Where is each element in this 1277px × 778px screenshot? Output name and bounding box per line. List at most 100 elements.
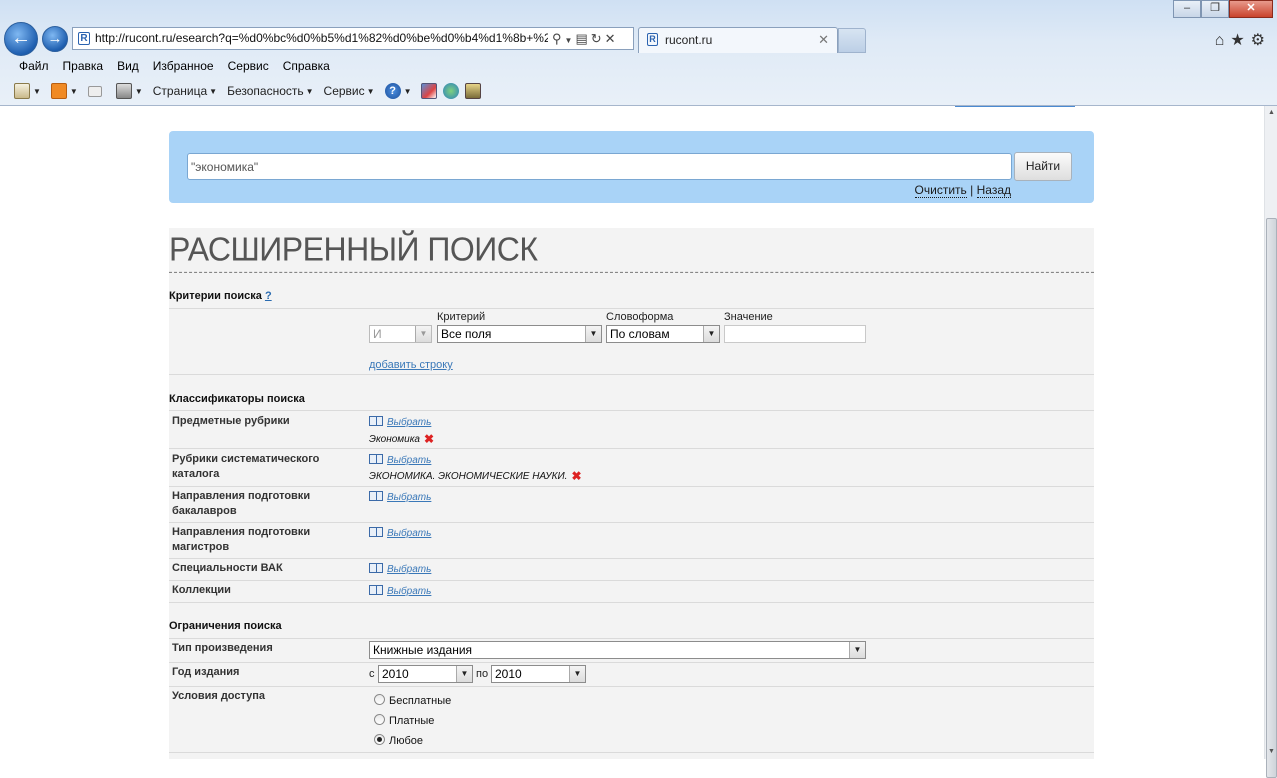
favorites-star-icon[interactable]: ★: [1230, 32, 1250, 49]
forward-button[interactable]: →: [42, 26, 68, 52]
service-dropdown-icon[interactable]: ▼: [367, 87, 375, 96]
pick-link[interactable]: Выбрать: [369, 491, 431, 503]
remove-icon[interactable]: ✖: [424, 432, 434, 446]
new-tab-button[interactable]: [838, 28, 866, 53]
rss-feed-icon[interactable]: [50, 83, 67, 99]
back-button[interactable]: ←: [4, 22, 38, 56]
search-input[interactable]: [187, 153, 1012, 180]
year-to-select[interactable]: 2010 ▼: [491, 665, 586, 683]
chevron-down-icon[interactable]: ▼: [849, 642, 865, 658]
logic-operator-select: И ▼: [369, 325, 432, 343]
pick-link-text[interactable]: Выбрать: [387, 455, 431, 466]
wordform-column-label: Словоформа: [606, 311, 674, 323]
menu-file[interactable]: Файл: [12, 56, 56, 78]
radio-selected-icon[interactable]: [374, 734, 385, 745]
access-option-paid[interactable]: Платные: [374, 714, 434, 727]
pick-link-text[interactable]: Выбрать: [387, 564, 431, 575]
clear-link[interactable]: Очистить: [914, 183, 967, 198]
help-dropdown-icon[interactable]: ▼: [404, 87, 412, 96]
vertical-scrollbar[interactable]: ▲ ▼: [1264, 106, 1277, 778]
value-input[interactable]: [724, 325, 866, 343]
wordform-select[interactable]: По словам ▼: [606, 325, 720, 343]
search-icon[interactable]: ⚲: [552, 31, 565, 46]
pick-link-text[interactable]: Выбрать: [387, 586, 431, 597]
criteria-help-link[interactable]: ?: [265, 290, 272, 302]
dropdown-icon[interactable]: ▼: [565, 36, 576, 45]
maximize-button[interactable]: ❐: [1201, 0, 1229, 18]
menu-tools[interactable]: Сервис: [221, 56, 276, 78]
command-bar: ▼ ▼ ▼ Страница ▼ Безопасность ▼ Сервис ▼ ? ▼: [0, 79, 1277, 103]
divider: [169, 558, 1094, 559]
stop-icon[interactable]: ✕: [605, 31, 619, 46]
minimize-button[interactable]: –: [1173, 0, 1201, 18]
logic-operator-value: И: [373, 327, 382, 341]
pick-link[interactable]: Выбрать: [369, 585, 431, 597]
radio-icon[interactable]: [374, 714, 385, 725]
page-content: Найти Очистить | Назад РАСШИРЕННЫЙ ПОИСК…: [0, 106, 1264, 759]
divider: [169, 448, 1094, 449]
pick-link[interactable]: Выбрать: [369, 416, 431, 428]
chevron-down-icon[interactable]: ▼: [569, 666, 585, 682]
divider: [169, 522, 1094, 523]
security-menu[interactable]: Безопасность: [227, 84, 304, 98]
print-dropdown-icon[interactable]: ▼: [135, 87, 143, 96]
page-menu[interactable]: Страница: [153, 84, 207, 98]
access-option-label: Бесплатные: [389, 695, 452, 707]
work-type-select[interactable]: Книжные издания ▼: [369, 641, 866, 659]
research-icon[interactable]: [421, 83, 438, 99]
home-icon[interactable]: ⌂: [1215, 32, 1231, 49]
pick-link[interactable]: Выбрать: [369, 563, 431, 575]
pick-link-text[interactable]: Выбрать: [387, 492, 431, 503]
pick-link-text[interactable]: Выбрать: [387, 417, 431, 428]
classifier-label-systematic: Рубрики систематического каталога: [172, 453, 320, 480]
rss-dropdown-icon[interactable]: ▼: [70, 87, 78, 96]
scrollbar-thumb[interactable]: [1266, 218, 1277, 778]
menu-favorites[interactable]: Избранное: [146, 56, 221, 78]
selected-item: Экономика ✖: [369, 432, 434, 446]
year-from-select[interactable]: 2010 ▼: [378, 665, 473, 683]
remove-icon[interactable]: ✖: [571, 469, 581, 483]
menu-view[interactable]: Вид: [110, 56, 146, 78]
menu-help[interactable]: Справка: [276, 56, 337, 78]
pick-link-text[interactable]: Выбрать: [387, 528, 431, 539]
find-button[interactable]: Найти: [1014, 152, 1072, 181]
book-icon: [369, 416, 383, 426]
browser-tab[interactable]: R rucont.ru ✕: [638, 27, 838, 53]
radio-icon[interactable]: [374, 694, 385, 705]
print-icon[interactable]: [115, 83, 132, 99]
compat-view-icon[interactable]: ▤: [575, 31, 590, 46]
refresh-icon[interactable]: ↻: [591, 31, 605, 46]
site-favicon-icon: R: [78, 32, 90, 45]
add-row-link[interactable]: добавить строку: [369, 359, 453, 371]
access-option-free[interactable]: Бесплатные: [374, 694, 451, 707]
page-dropdown-icon[interactable]: ▼: [209, 87, 217, 96]
tab-title: rucont.ru: [665, 33, 713, 47]
chevron-down-icon[interactable]: ▼: [585, 326, 601, 342]
access-option-any[interactable]: Любое: [374, 734, 423, 747]
close-tab-icon[interactable]: ✕: [818, 28, 829, 52]
address-bar-buttons: ⚲▼▤↻✕: [548, 27, 634, 50]
divider: [169, 486, 1094, 487]
home-icon[interactable]: [14, 83, 30, 99]
scroll-up-icon[interactable]: ▲: [1266, 107, 1277, 119]
browser-right-icons: ⌂★⚙: [1215, 30, 1271, 50]
toolbar-tool-icon[interactable]: [465, 83, 482, 99]
tools-gear-icon[interactable]: ⚙: [1251, 32, 1271, 49]
criterion-select[interactable]: Все поля ▼: [437, 325, 602, 343]
book-icon: [369, 527, 383, 537]
close-window-button[interactable]: ✕: [1229, 0, 1273, 18]
access-option-label: Любое: [389, 735, 424, 747]
chevron-down-icon[interactable]: ▼: [456, 666, 472, 682]
translate-icon[interactable]: [443, 83, 460, 99]
menu-edit[interactable]: Правка: [56, 56, 111, 78]
pick-link[interactable]: Выбрать: [369, 527, 431, 539]
service-menu[interactable]: Сервис: [324, 84, 365, 98]
scroll-down-icon[interactable]: ▼: [1266, 746, 1277, 758]
mail-icon[interactable]: [87, 85, 102, 97]
pick-link[interactable]: Выбрать: [369, 454, 431, 466]
help-icon[interactable]: ?: [384, 83, 401, 99]
chevron-down-icon[interactable]: ▼: [703, 326, 719, 342]
home-dropdown-icon[interactable]: ▼: [33, 87, 41, 96]
security-dropdown-icon[interactable]: ▼: [306, 87, 314, 96]
back-link[interactable]: Назад: [976, 183, 1011, 198]
